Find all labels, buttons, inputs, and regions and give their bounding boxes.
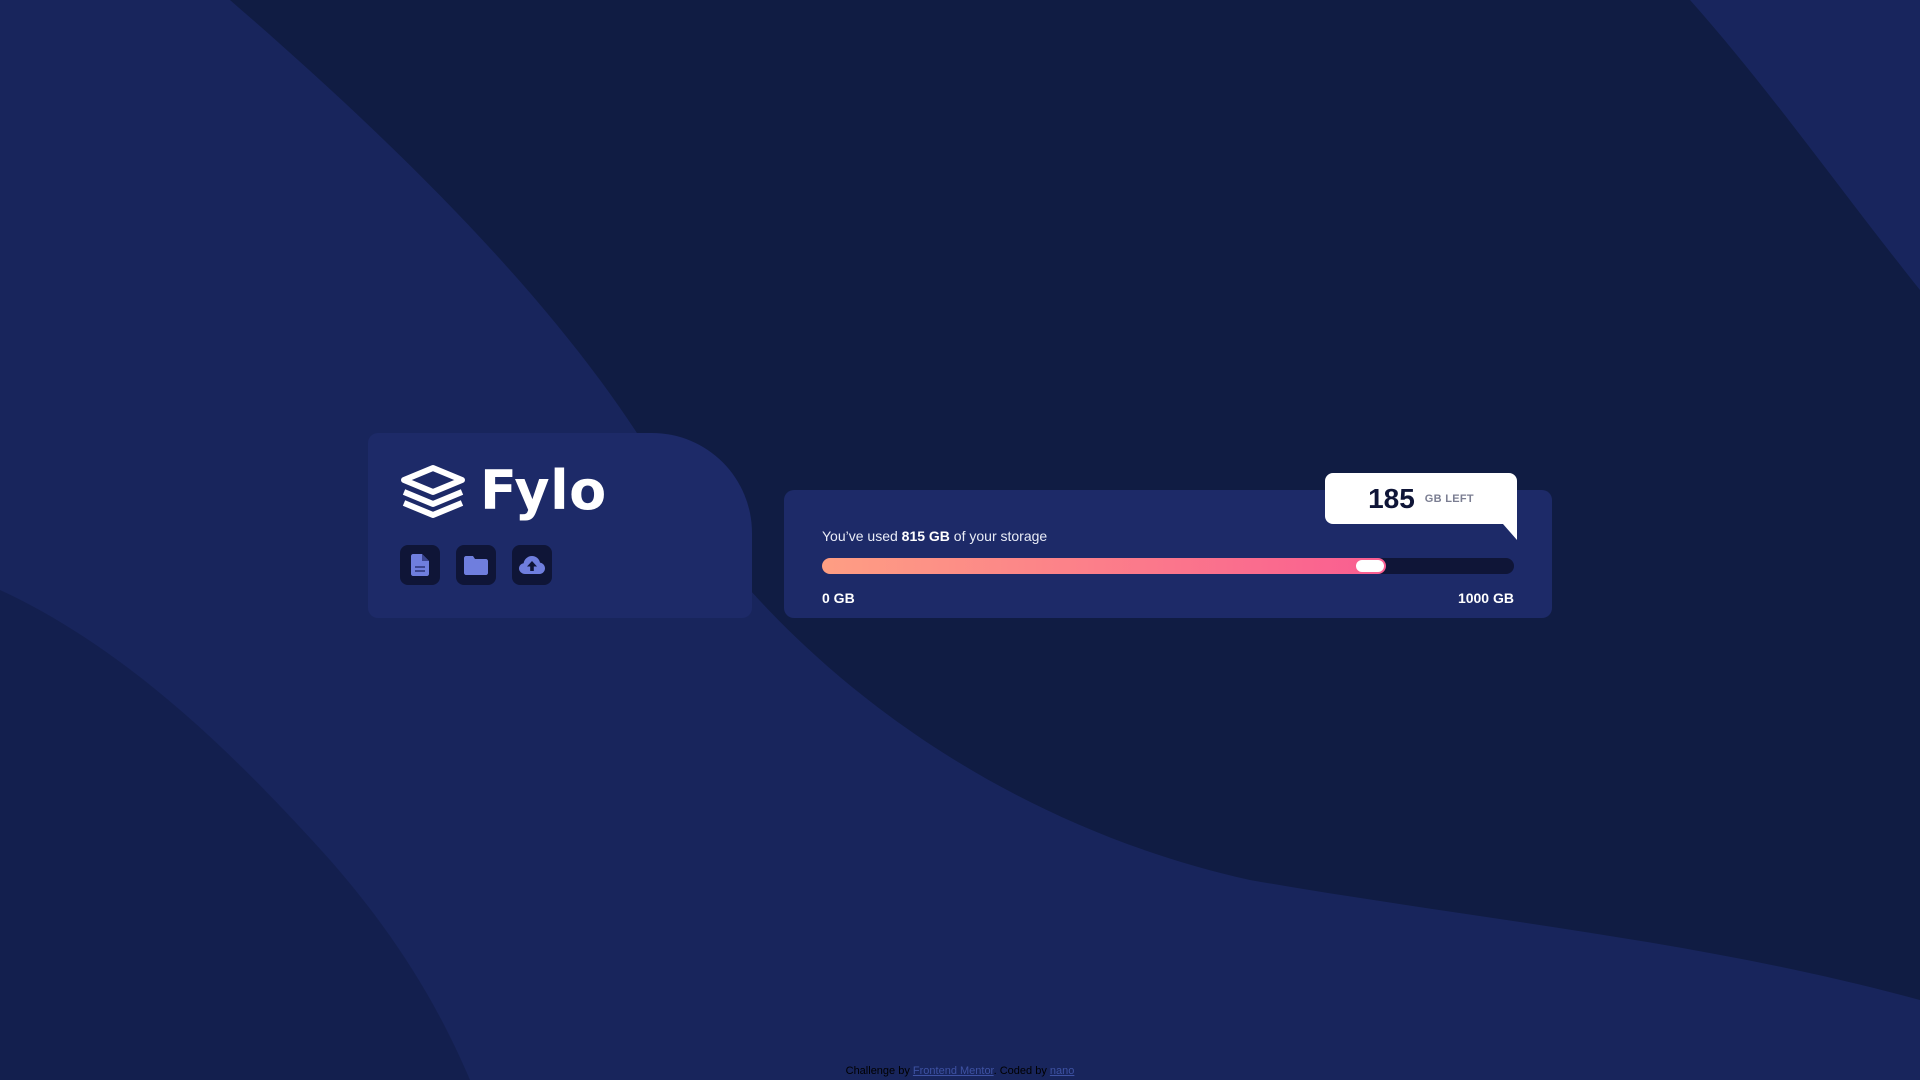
folder-button[interactable]	[456, 545, 496, 585]
document-button[interactable]	[400, 545, 440, 585]
storage-scale: 0 GB 1000 GB	[822, 590, 1514, 606]
scale-max-label: 1000 GB	[1457, 590, 1514, 606]
upload-cloud-icon	[519, 556, 545, 574]
used-amount: 815 GB	[901, 528, 950, 544]
action-icons	[400, 545, 720, 585]
frontend-mentor-link[interactable]: Frontend Mentor	[913, 1065, 994, 1077]
brand-card: Fylo	[368, 433, 752, 618]
document-icon	[411, 554, 429, 576]
logo: Fylo	[400, 461, 720, 521]
storage-progress-bar	[822, 558, 1514, 574]
layers-icon	[401, 465, 465, 518]
storage-progress-fill	[822, 558, 1386, 574]
storage-progress-knob	[1356, 560, 1384, 572]
folder-icon	[464, 556, 488, 575]
scale-min-label: 0 GB	[822, 590, 855, 606]
usage-text: You’ve used 815 GB of your storage	[822, 528, 1048, 544]
storage-left-bubble: 185 GB LEFT	[1325, 473, 1517, 540]
upload-button[interactable]	[512, 545, 552, 585]
storage-left-number: 185	[1368, 482, 1415, 514]
storage-left-unit: GB LEFT	[1424, 492, 1474, 505]
brand-name: Fylo	[480, 459, 607, 522]
author-link[interactable]: nano	[1050, 1065, 1074, 1077]
attribution: Challenge by Frontend Mentor. Coded by n…	[845, 1065, 1075, 1077]
